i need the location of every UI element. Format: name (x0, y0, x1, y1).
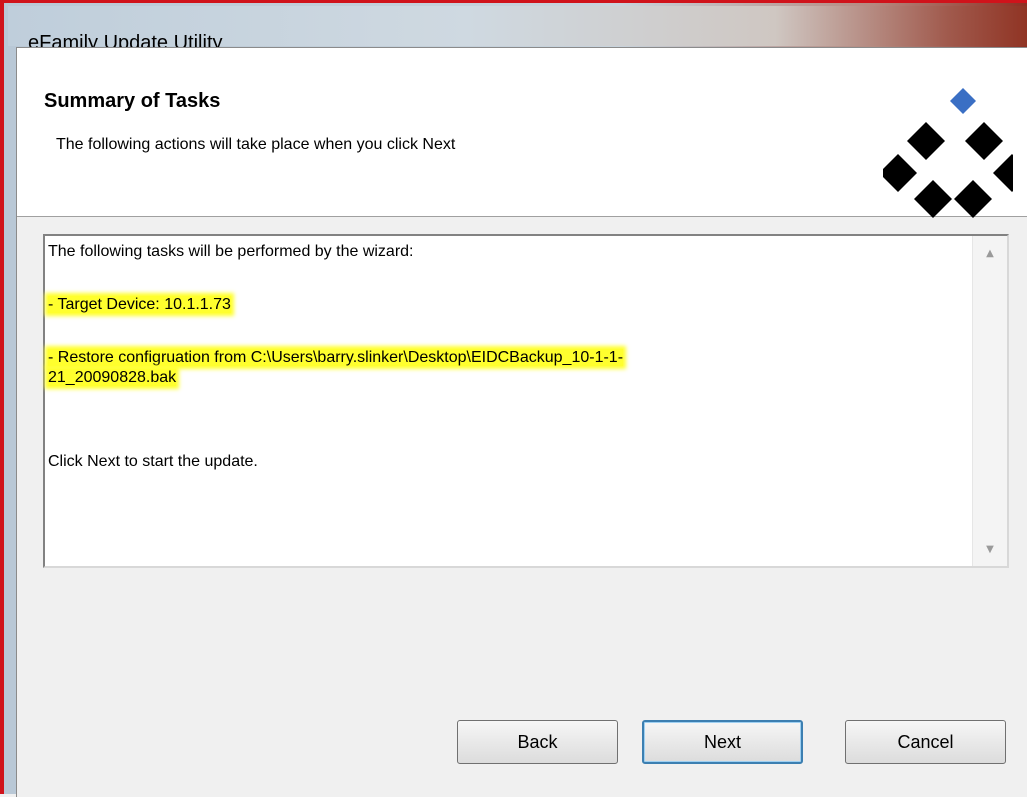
target-device-line: - Target Device: 10.1.1.73 (48, 296, 231, 313)
scroll-down-arrow-icon[interactable]: ▼ (973, 534, 1007, 564)
task-summary-textbox[interactable]: The following tasks will be performed by… (43, 234, 1009, 568)
next-button[interactable]: Next (642, 720, 803, 764)
back-button[interactable]: Back (457, 720, 618, 764)
wizard-client-area: Summary of Tasks The following actions w… (16, 47, 1027, 797)
wizard-header: Summary of Tasks The following actions w… (17, 48, 1027, 218)
diamond-logo-icon (883, 88, 1013, 218)
title-bar[interactable]: eFamily Update Utility (8, 6, 1027, 54)
wizard-window: eFamily Update Utility Summary of Tasks … (0, 0, 1027, 797)
summary-footer: Click Next to start the update. (48, 453, 258, 470)
scroll-up-arrow-icon[interactable]: ▲ (973, 238, 1007, 268)
page-title: Summary of Tasks (44, 90, 221, 112)
restore-config-line-1: - Restore configruation from C:\Users\ba… (48, 349, 624, 366)
restore-config-line-2: 21_20090828.bak (48, 369, 177, 386)
cancel-button[interactable]: Cancel (845, 720, 1006, 764)
summary-intro: The following tasks will be performed by… (48, 243, 414, 260)
page-subtitle: The following actions will take place wh… (56, 136, 456, 153)
vertical-scrollbar[interactable]: ▲ ▼ (972, 236, 1007, 566)
